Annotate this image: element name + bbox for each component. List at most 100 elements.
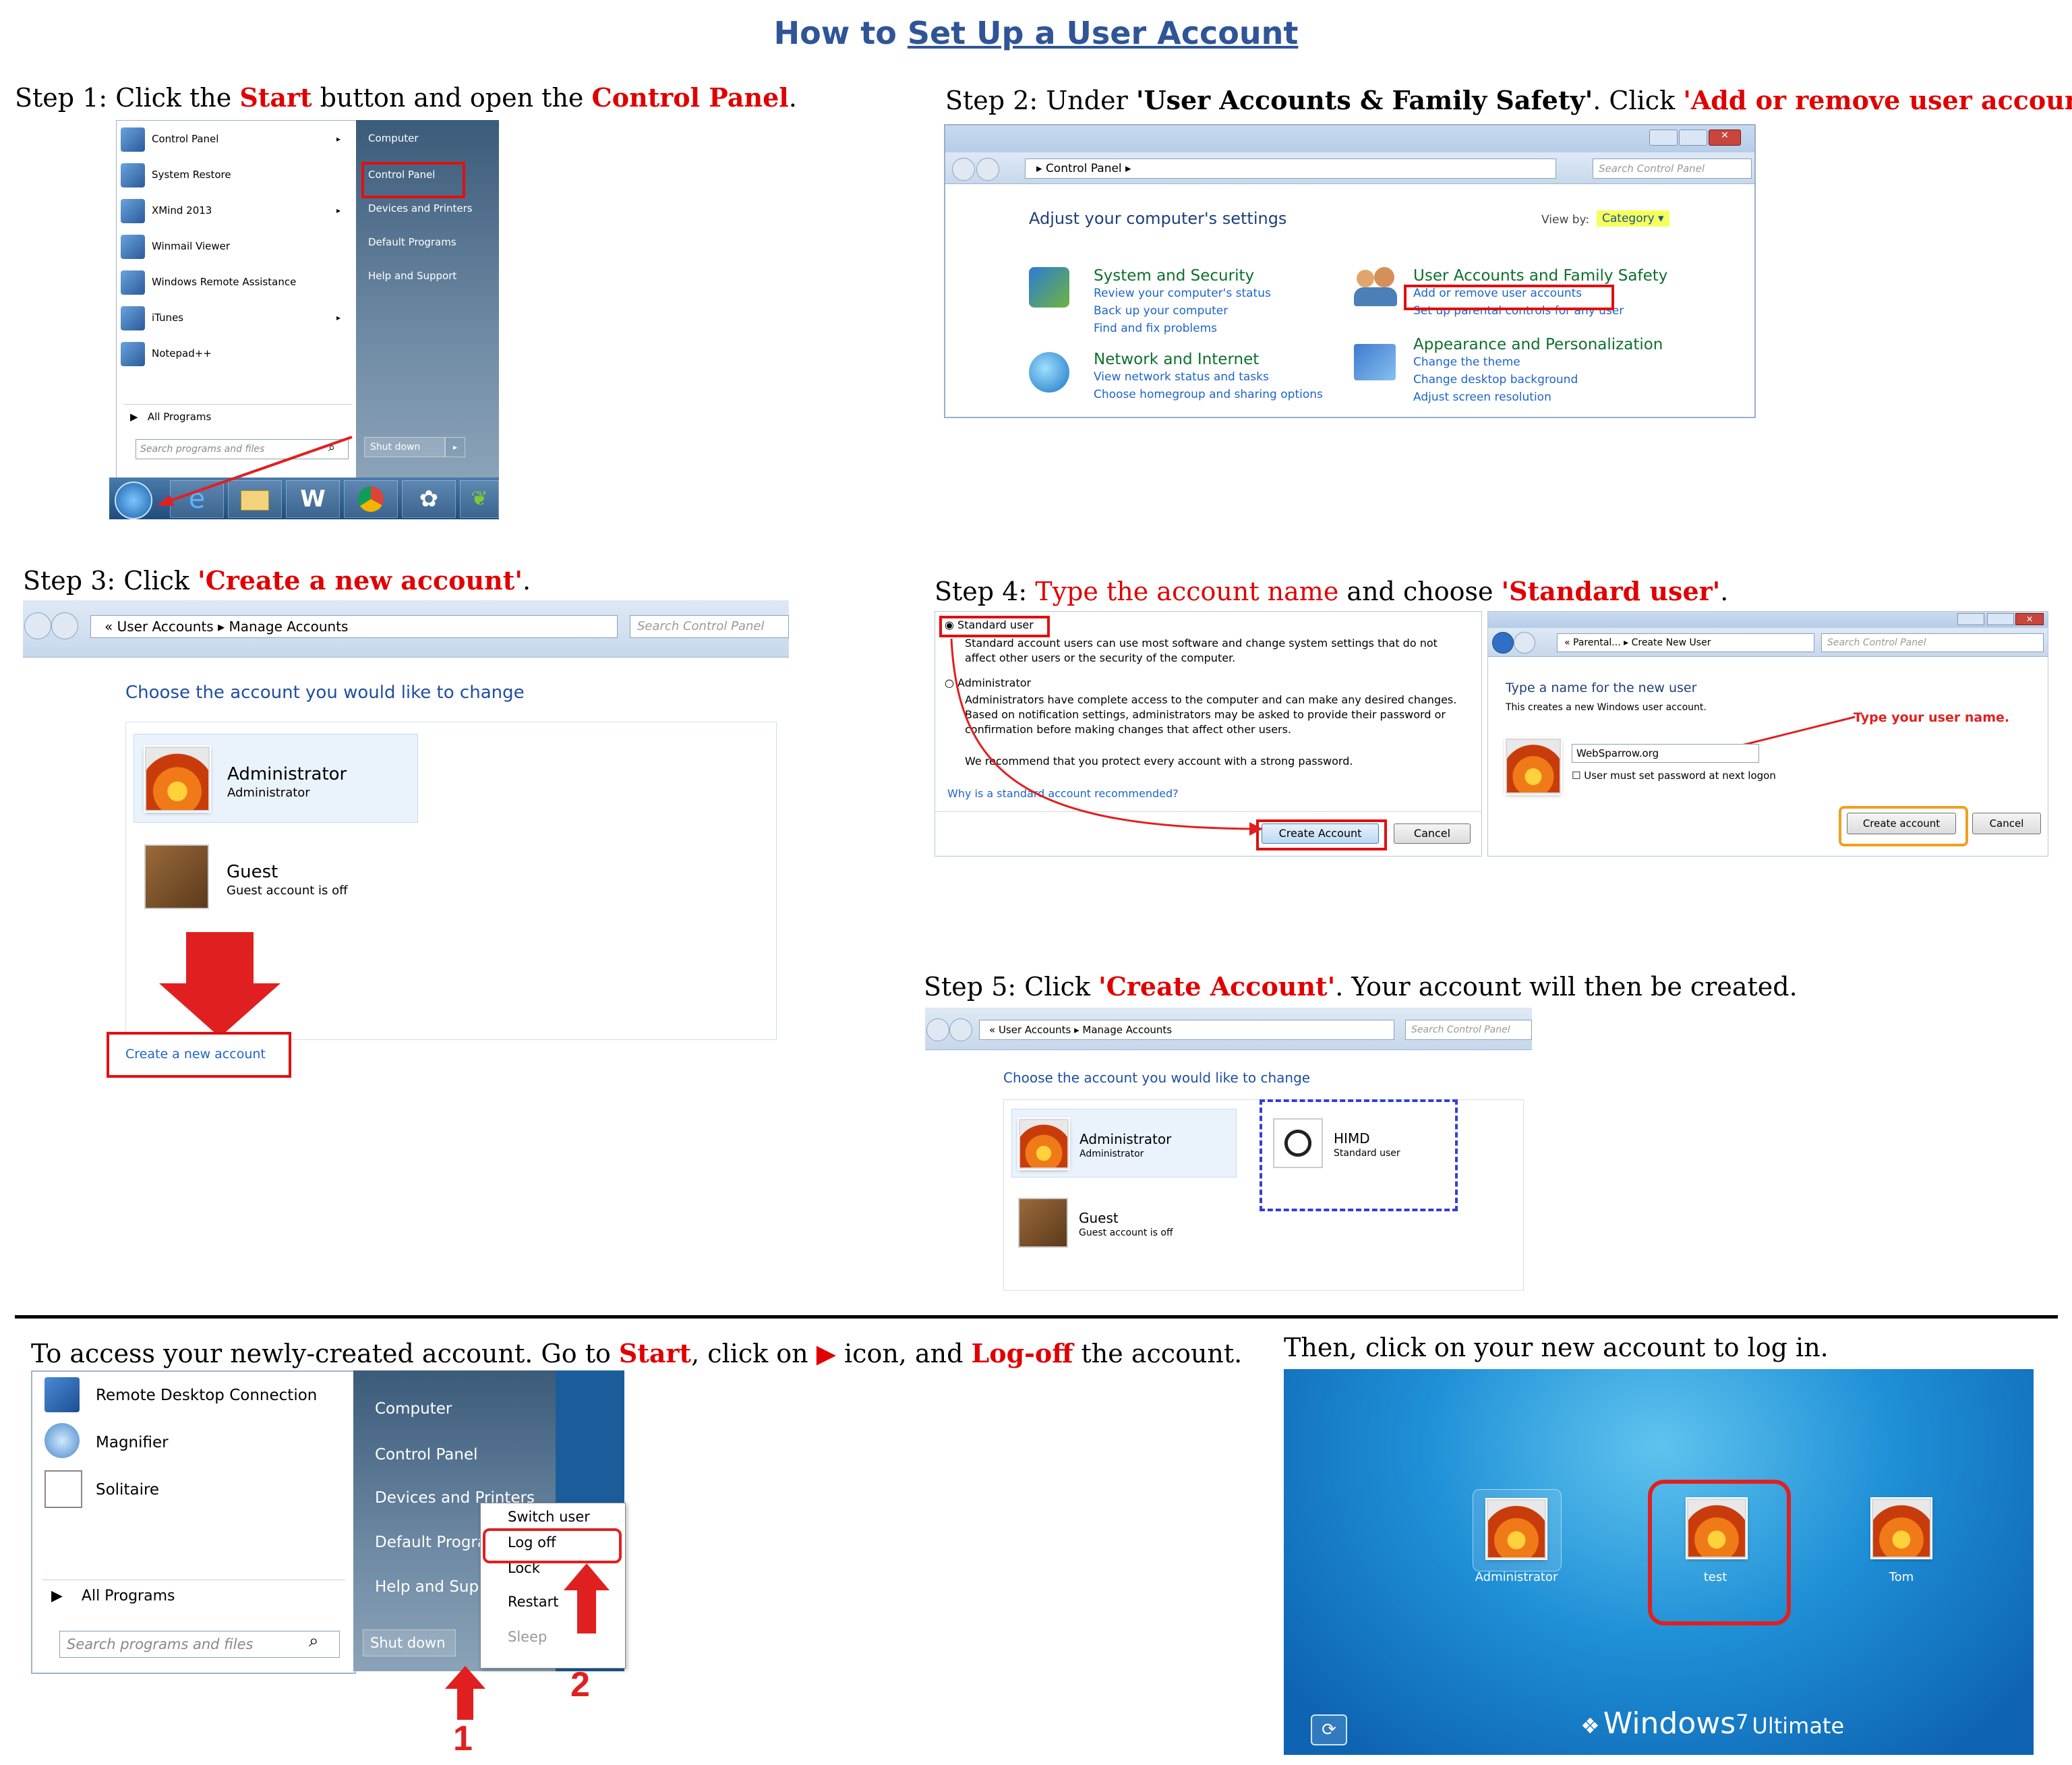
account-administrator[interactable]: Administrator Administrator — [134, 734, 418, 823]
address-input[interactable]: ▸ Control Panel ▸ — [1025, 158, 1556, 179]
create-account-button[interactable]: Create Account — [1262, 823, 1379, 844]
menu-item-sleep[interactable]: Sleep — [508, 1629, 547, 1645]
app-icon — [121, 270, 145, 295]
start-right-item[interactable]: Computer — [368, 132, 419, 144]
forward-icon[interactable] — [976, 158, 999, 181]
link[interactable]: Find and fix problems — [1094, 320, 1271, 337]
forward-icon[interactable] — [949, 1018, 972, 1041]
shutdown-button[interactable]: Shut down — [364, 437, 445, 457]
start-right-item[interactable]: Help and Support — [368, 270, 456, 282]
create-account-button[interactable]: Create account — [1847, 813, 1956, 834]
people-icon[interactable]: ✿ — [402, 480, 456, 518]
shutdown-button[interactable]: Shut down — [363, 1629, 456, 1656]
address-input[interactable]: « User Accounts ▸ Manage Accounts — [90, 615, 618, 638]
user-tile-test[interactable] — [1679, 1489, 1754, 1570]
back-icon[interactable] — [926, 1018, 949, 1041]
create-new-account-link[interactable]: Create a new account — [125, 1047, 266, 1062]
login-text: Then, click on your new account to log i… — [1284, 1333, 1829, 1362]
close-icon[interactable]: ✕ — [1709, 129, 1741, 146]
address-input[interactable]: « Parental... ▸ Create New User — [1557, 633, 1814, 652]
start-item[interactable]: System Restore — [121, 159, 350, 190]
link[interactable]: Back up your computer — [1094, 302, 1271, 320]
close-icon[interactable]: ✕ — [2015, 613, 2044, 625]
link[interactable]: View network status and tasks — [1094, 368, 1323, 386]
start-item[interactable]: Windows Remote Assistance — [121, 266, 350, 297]
account-guest[interactable]: Guest Guest account is off — [1011, 1188, 1235, 1256]
view-by-label: View by: — [1541, 213, 1590, 227]
address-input[interactable]: « User Accounts ▸ Manage Accounts — [979, 1020, 1394, 1040]
back-icon[interactable] — [1492, 632, 1514, 654]
step2-control-panel: ✕ ▸ Control Panel ▸ Search Control Panel… — [944, 124, 1756, 418]
menu-item-switch-user[interactable]: Switch user — [508, 1509, 590, 1525]
forward-icon[interactable] — [51, 612, 78, 639]
section-title[interactable]: Appearance and Personalization — [1413, 336, 1663, 353]
start-item[interactable]: Remote Desktop Connection — [96, 1387, 317, 1404]
start-item[interactable]: iTunes ▸ — [121, 302, 350, 333]
start-item[interactable]: Winmail Viewer — [121, 231, 350, 262]
search-input[interactable]: Search Control Panel — [1405, 1020, 1532, 1040]
start-item[interactable]: Magnifier — [96, 1434, 169, 1451]
ease-of-access-icon[interactable]: ⟳ — [1311, 1714, 1347, 1745]
cancel-button[interactable]: Cancel — [1394, 823, 1471, 844]
back-icon[interactable] — [952, 158, 975, 181]
section-title[interactable]: Network and Internet — [1094, 351, 1323, 368]
search-icon: ⌕ — [309, 1631, 319, 1651]
link[interactable]: Review your computer's status — [1094, 285, 1271, 302]
title-bar: ✕ — [1488, 612, 2048, 628]
forward-icon[interactable] — [1514, 632, 1535, 654]
app-icon — [121, 306, 145, 330]
minimize-icon[interactable] — [1649, 129, 1678, 146]
start-search-input[interactable]: Search programs and files — [59, 1631, 340, 1658]
section-divider — [15, 1315, 2058, 1319]
shutdown-arrow-button[interactable]: ▸ — [445, 437, 465, 457]
maximize-icon[interactable] — [1679, 129, 1707, 146]
user-name-input[interactable]: WebSparrow.org — [1572, 744, 1759, 763]
section-title[interactable]: User Accounts and Family Safety — [1413, 267, 1667, 285]
user-avatar-icon — [1687, 1499, 1746, 1558]
start-item[interactable]: XMind 2013 ▸ — [121, 195, 350, 226]
start-right-item[interactable]: Devices and Printers — [368, 202, 473, 214]
link[interactable]: Adjust screen resolution — [1413, 388, 1663, 406]
all-programs[interactable]: ▶ All Programs — [51, 1588, 175, 1604]
cp-section-network: Network and Internet View network status… — [1094, 351, 1323, 403]
start-item[interactable]: Control Panel ▸ — [121, 123, 350, 154]
user-tile-tom[interactable] — [1864, 1489, 1939, 1570]
start-item[interactable]: Notepad++ — [121, 338, 350, 369]
start-right-item[interactable]: Default Programs — [368, 236, 456, 248]
section-title[interactable]: System and Security — [1094, 267, 1271, 285]
search-input[interactable]: Search Control Panel — [630, 615, 789, 638]
account-himd[interactable]: HIMD Standard user — [1268, 1109, 1446, 1176]
start-item[interactable]: Solitaire — [96, 1481, 159, 1499]
view-by-select[interactable]: Category ▾ — [1597, 210, 1669, 227]
red-arrow-up-icon — [445, 1666, 485, 1720]
user-avatar-icon — [1019, 1119, 1069, 1169]
cancel-button[interactable]: Cancel — [1972, 813, 2041, 834]
evernote-icon[interactable]: ❦ — [460, 480, 499, 518]
start-item-label: iTunes — [152, 312, 184, 324]
user-tile-administrator[interactable] — [1473, 1489, 1562, 1571]
search-control-panel-input[interactable]: Search Control Panel — [1593, 158, 1752, 179]
back-icon[interactable] — [24, 612, 51, 639]
maximize-icon[interactable] — [1987, 613, 2014, 625]
start-right-pane: Computer Control Panel Devices and Printer… — [356, 120, 499, 478]
start-right-item[interactable]: Control Panel — [375, 1446, 478, 1464]
account-administrator[interactable]: Administrator Administrator — [1011, 1109, 1237, 1178]
link[interactable]: Change desktop background — [1413, 371, 1663, 388]
step-number-2: 2 — [570, 1665, 590, 1704]
account-name: Administrator — [227, 764, 347, 784]
user-name: Tom — [1889, 1570, 1914, 1584]
search-input[interactable]: Search Control Panel — [1821, 633, 2044, 652]
link[interactable]: Choose homegroup and sharing options — [1094, 386, 1323, 403]
account-guest[interactable]: Guest Guest account is off — [134, 832, 417, 920]
password-checkbox[interactable]: ☐ User must set password at next logon — [1572, 770, 1776, 782]
link[interactable]: Change the theme — [1413, 353, 1663, 371]
all-programs[interactable]: ▶ All Programs — [130, 411, 211, 423]
title-link[interactable]: Set Up a User Account — [908, 15, 1299, 51]
start-orb-icon[interactable] — [115, 482, 152, 519]
log-off-highlight — [483, 1528, 622, 1563]
standard-user-radio[interactable]: ◉ Standard user — [945, 618, 1034, 631]
start-right-item[interactable]: Computer — [375, 1400, 452, 1418]
menu-item-restart[interactable]: Restart — [508, 1594, 558, 1610]
minimize-icon[interactable] — [1957, 613, 1984, 625]
start-item-label: XMind 2013 — [152, 204, 212, 216]
